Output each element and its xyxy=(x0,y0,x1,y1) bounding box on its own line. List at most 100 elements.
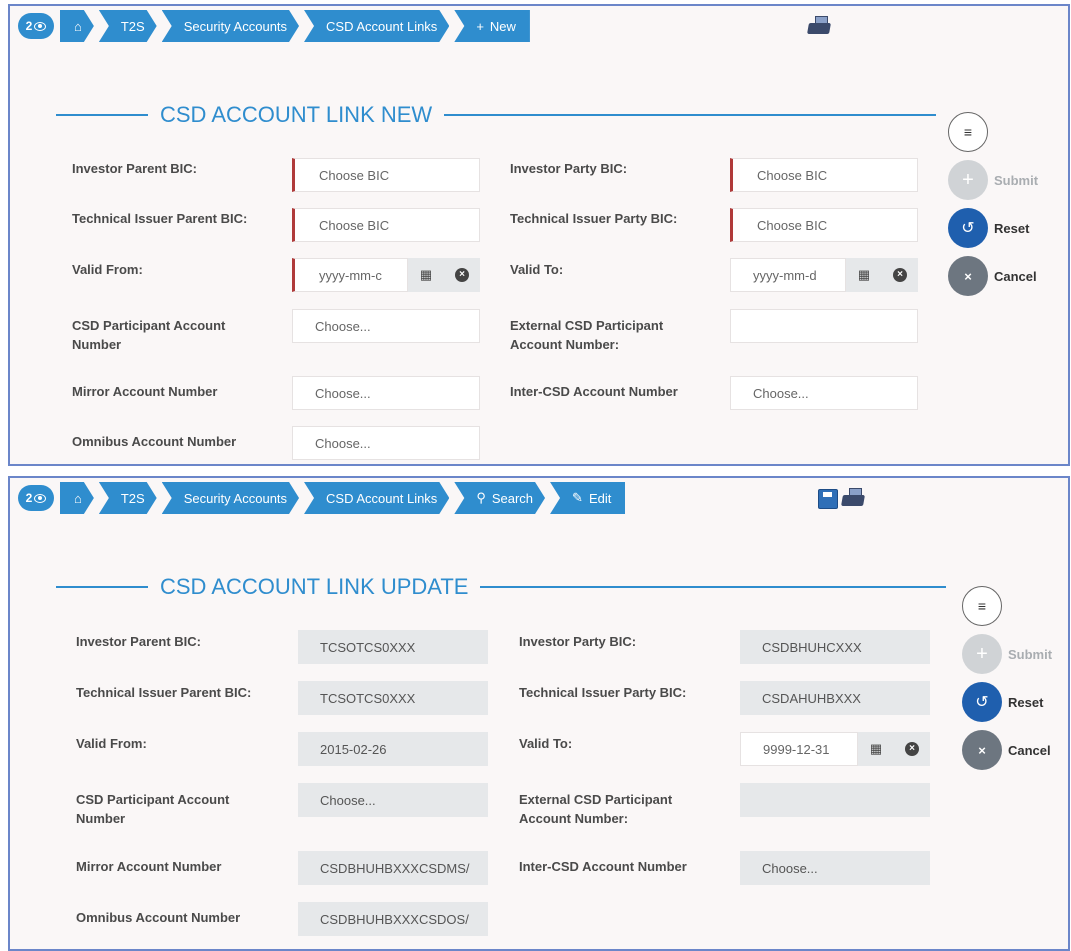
valid-from-calendar-button[interactable]: ▦ xyxy=(408,258,444,292)
tech-issuer-party-bic-label: Technical Issuer Party BIC: xyxy=(519,685,687,700)
external-csd-participant-input[interactable] xyxy=(730,309,918,343)
breadcrumb-home[interactable]: ⌂ xyxy=(60,482,94,514)
page-title: CSD ACCOUNT LINK NEW xyxy=(148,102,445,128)
valid-from-clear-button[interactable]: × xyxy=(444,258,480,292)
inter-csd-account-value: Choose... xyxy=(740,851,930,885)
csd-participant-account-value: Choose... xyxy=(298,783,488,817)
tech-issuer-parent-bic-value: TCSOTCS0XXX xyxy=(298,681,488,715)
mirror-account-label: Mirror Account Number xyxy=(76,859,222,874)
investor-parent-bic-label: Investor Parent BIC: xyxy=(76,634,201,649)
investor-parent-bic-input[interactable]: Choose BIC xyxy=(292,158,480,192)
valid-to-input[interactable]: 9999-12-31 xyxy=(740,732,858,766)
list-icon: ≡ xyxy=(962,586,1002,626)
toolbar-icons xyxy=(807,16,832,36)
valid-from-input[interactable]: yyyy-mm-c xyxy=(292,258,408,292)
plus-icon: + xyxy=(948,160,988,200)
breadcrumb-csd-account-links[interactable]: CSD Account Links xyxy=(304,482,449,514)
investor-parent-bic-value: TCSOTCS0XXX xyxy=(298,630,488,664)
list-button[interactable]: ≡ xyxy=(962,586,1002,626)
csd-participant-account-select[interactable]: Choose... xyxy=(292,309,480,343)
investor-party-bic-label: Investor Party BIC: xyxy=(510,161,628,176)
list-icon: ≡ xyxy=(948,112,988,152)
valid-to-input[interactable]: yyyy-mm-d xyxy=(730,258,846,292)
breadcrumb-new[interactable]: + New xyxy=(454,10,530,42)
breadcrumb-security-accounts[interactable]: Security Accounts xyxy=(162,482,299,514)
print-icon[interactable] xyxy=(807,16,832,36)
valid-from-label: Valid From: xyxy=(72,262,143,277)
cancel-button[interactable]: × Cancel xyxy=(962,730,1051,770)
undo-icon: ↺ xyxy=(962,682,1002,722)
breadcrumb-edit[interactable]: ✎ Edit xyxy=(550,482,626,514)
toolbar-icons xyxy=(818,488,866,509)
tech-issuer-party-bic-input[interactable]: Choose BIC xyxy=(730,208,918,242)
open-windows-badge[interactable]: 2 xyxy=(18,13,54,39)
undo-icon: ↺ xyxy=(948,208,988,248)
page-title-row: CSD ACCOUNT LINK NEW xyxy=(56,102,936,128)
calendar-icon: ▦ xyxy=(869,741,883,756)
investor-party-bic-input[interactable]: Choose BIC xyxy=(730,158,918,192)
valid-to-calendar-button[interactable]: ▦ xyxy=(846,258,882,292)
mirror-account-select[interactable]: Choose... xyxy=(292,376,480,410)
badge-count: 2 xyxy=(25,19,33,33)
plus-icon: + xyxy=(476,18,484,34)
close-icon: × xyxy=(962,730,1002,770)
list-button[interactable]: ≡ xyxy=(948,112,988,152)
csd-account-link-new-panel: 2 ⌂ T2S Security Accounts CSD Account Li… xyxy=(8,4,1070,466)
cancel-button[interactable]: × Cancel xyxy=(948,256,1037,296)
mirror-account-label: Mirror Account Number xyxy=(72,384,218,399)
breadcrumb-t2s[interactable]: T2S xyxy=(99,10,157,42)
breadcrumb-security-accounts[interactable]: Security Accounts xyxy=(162,10,299,42)
clear-icon: × xyxy=(455,268,469,282)
close-icon: × xyxy=(948,256,988,296)
csd-account-link-update-panel: 2 ⌂ T2S Security Accounts CSD Account Li… xyxy=(8,476,1070,951)
save-icon[interactable] xyxy=(818,489,838,509)
omnibus-account-select[interactable]: Choose... xyxy=(292,426,480,460)
open-windows-badge[interactable]: 2 xyxy=(18,485,54,511)
page-title: CSD ACCOUNT LINK UPDATE xyxy=(148,574,481,600)
search-icon: ⚲ xyxy=(476,490,486,505)
clear-icon: × xyxy=(893,268,907,282)
external-csd-participant-label: External CSD Participant Account Number: xyxy=(519,792,673,826)
tech-issuer-parent-bic-input[interactable]: Choose BIC xyxy=(292,208,480,242)
edit-icon: ✎ xyxy=(572,490,583,505)
breadcrumb-search[interactable]: ⚲ Search xyxy=(454,482,545,514)
breadcrumb-home[interactable]: ⌂ xyxy=(60,10,94,42)
external-csd-participant-value xyxy=(740,783,930,817)
submit-button[interactable]: + Submit xyxy=(948,160,1038,200)
inter-csd-account-label: Inter-CSD Account Number xyxy=(510,384,678,399)
external-csd-participant-label: External CSD Participant Account Number: xyxy=(510,318,664,352)
inter-csd-account-select[interactable]: Choose... xyxy=(730,376,918,410)
tech-issuer-party-bic-label: Technical Issuer Party BIC: xyxy=(510,211,678,226)
calendar-icon: ▦ xyxy=(857,267,871,282)
valid-to-label: Valid To: xyxy=(519,736,573,751)
print-icon[interactable] xyxy=(841,488,866,508)
plus-icon: + xyxy=(962,634,1002,674)
csd-participant-account-label: CSD Participant Account Number xyxy=(76,792,230,826)
tech-issuer-parent-bic-label: Technical Issuer Parent BIC: xyxy=(76,685,252,700)
inter-csd-account-label: Inter-CSD Account Number xyxy=(519,859,687,874)
breadcrumb-csd-account-links[interactable]: CSD Account Links xyxy=(304,10,449,42)
calendar-icon: ▦ xyxy=(419,267,433,282)
valid-from-value: 2015-02-26 xyxy=(298,732,488,766)
submit-button[interactable]: + Submit xyxy=(962,634,1052,674)
home-icon: ⌂ xyxy=(74,18,82,34)
valid-to-calendar-button[interactable]: ▦ xyxy=(858,732,894,766)
reset-button[interactable]: ↺ Reset xyxy=(948,208,1029,248)
breadcrumb: 2 ⌂ T2S Security Accounts CSD Account Li… xyxy=(18,10,535,42)
omnibus-account-label: Omnibus Account Number xyxy=(72,434,237,449)
eye-icon xyxy=(34,21,47,31)
valid-to-clear-button[interactable]: × xyxy=(894,732,930,766)
breadcrumb-t2s[interactable]: T2S xyxy=(99,482,157,514)
csd-participant-account-label: CSD Participant Account Number xyxy=(72,318,226,352)
tech-issuer-party-bic-value: CSDAHUHBXXX xyxy=(740,681,930,715)
mirror-account-value: CSDBHUHBXXXCSDMS/ xyxy=(298,851,488,885)
valid-to-clear-button[interactable]: × xyxy=(882,258,918,292)
eye-icon xyxy=(34,493,47,503)
home-icon: ⌂ xyxy=(74,490,82,506)
reset-button[interactable]: ↺ Reset xyxy=(962,682,1043,722)
valid-from-label: Valid From: xyxy=(76,736,147,751)
investor-party-bic-value: CSDBHUHCXXX xyxy=(740,630,930,664)
badge-count: 2 xyxy=(25,491,33,505)
investor-party-bic-label: Investor Party BIC: xyxy=(519,634,637,649)
breadcrumb: 2 ⌂ T2S Security Accounts CSD Account Li… xyxy=(18,482,630,514)
